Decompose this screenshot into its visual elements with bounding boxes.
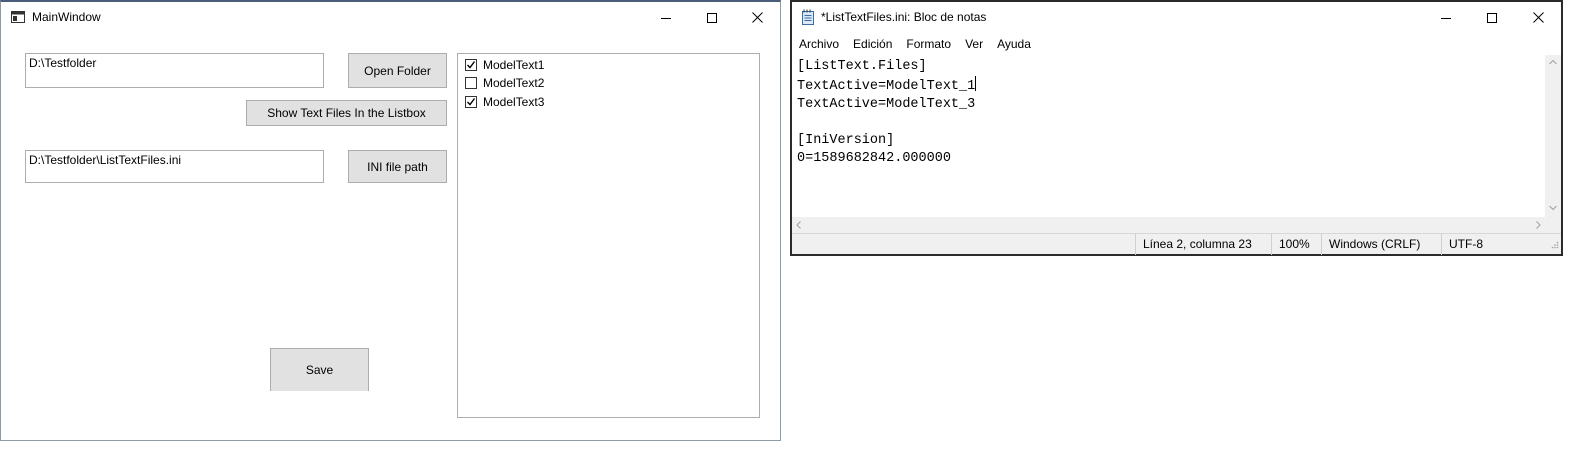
notepad-maximize-button[interactable] xyxy=(1469,2,1515,33)
text-caret xyxy=(975,76,977,91)
menu-ver[interactable]: Ver xyxy=(958,33,990,55)
notepad-text-area[interactable]: [ListText.Files] TextActive=ModelText_1 Te… xyxy=(792,55,1545,217)
notepad-titlebar[interactable]: *ListTextFiles.ini: Bloc de notas xyxy=(792,2,1561,33)
maximize-button[interactable] xyxy=(689,2,735,33)
scrollbar-corner xyxy=(1545,217,1561,233)
main-window-title: MainWindow xyxy=(32,10,101,24)
ini-path-input[interactable]: D:\Testfolder\ListTextFiles.ini xyxy=(25,150,324,183)
notepad-statusbar: Línea 2, columna 23 100% Windows (CRLF) … xyxy=(792,233,1561,255)
close-button[interactable] xyxy=(734,2,780,33)
list-item-label: ModelText3 xyxy=(483,95,545,109)
status-zoom: 100% xyxy=(1271,234,1321,255)
open-folder-button[interactable]: Open Folder xyxy=(348,53,447,88)
vertical-scrollbar[interactable] xyxy=(1545,55,1561,217)
status-line-ending: Windows (CRLF) xyxy=(1321,234,1441,255)
list-item-label: ModelText2 xyxy=(483,76,545,90)
scroll-down-icon[interactable] xyxy=(1549,205,1557,211)
text-line: TextActive=ModelText_3 xyxy=(797,97,976,112)
notepad-window: *ListTextFiles.ini: Bloc de notas Archiv… xyxy=(790,0,1563,256)
menu-edicion[interactable]: Edición xyxy=(846,33,899,55)
menu-ayuda[interactable]: Ayuda xyxy=(990,33,1038,55)
main-window: MainWindow D:\Testfolder Open Folder Sho… xyxy=(0,0,781,441)
checkbox-modeltext2[interactable] xyxy=(465,77,477,89)
folder-path-input[interactable]: D:\Testfolder xyxy=(25,53,324,88)
text-line: [ListText.Files] xyxy=(797,59,927,74)
scroll-up-icon[interactable] xyxy=(1549,59,1557,65)
list-item[interactable]: ModelText2 xyxy=(465,74,544,92)
checkbox-modeltext1[interactable] xyxy=(465,59,477,71)
save-button[interactable]: Save xyxy=(270,348,369,391)
list-item[interactable]: ModelText3 xyxy=(465,93,544,111)
list-item-label: ModelText1 xyxy=(483,58,545,72)
text-line: [IniVersion] xyxy=(797,133,895,148)
checkbox-modeltext3[interactable] xyxy=(465,96,477,108)
menu-formato[interactable]: Formato xyxy=(899,33,958,55)
main-window-titlebar[interactable]: MainWindow xyxy=(1,2,780,33)
text-line: 0=1589682842.000000 xyxy=(797,151,951,166)
close-icon xyxy=(751,12,763,23)
main-window-client: D:\Testfolder Open Folder Show Text File… xyxy=(1,33,780,440)
checkmark-icon xyxy=(467,61,476,69)
text-line: TextActive=ModelText_1 xyxy=(797,76,1545,96)
text-files-listbox[interactable]: ModelText1 ModelText2 ModelText3 xyxy=(457,53,760,418)
show-text-files-button[interactable]: Show Text Files In the Listbox xyxy=(246,100,447,126)
resize-grip-icon[interactable] xyxy=(1551,238,1559,252)
text-line: ​ xyxy=(797,114,1545,132)
ini-file-path-button[interactable]: INI file path xyxy=(348,150,447,183)
notepad-icon xyxy=(801,9,815,25)
maximize-icon xyxy=(1487,12,1497,23)
notepad-menubar: Archivo Edición Formato Ver Ayuda xyxy=(792,33,1561,55)
notepad-minimize-button[interactable] xyxy=(1423,2,1469,33)
minimize-icon xyxy=(661,17,671,19)
minimize-icon xyxy=(1441,17,1451,19)
checkmark-icon xyxy=(467,98,476,106)
close-icon xyxy=(1532,12,1544,23)
scroll-left-icon[interactable] xyxy=(796,221,801,229)
minimize-button[interactable] xyxy=(643,2,689,33)
notepad-close-button[interactable] xyxy=(1515,2,1561,33)
menu-archivo[interactable]: Archivo xyxy=(792,33,846,55)
status-encoding: UTF-8 xyxy=(1441,234,1541,255)
list-item[interactable]: ModelText1 xyxy=(465,56,544,74)
status-cursor-position: Línea 2, columna 23 xyxy=(1135,234,1271,255)
window-app-icon xyxy=(11,11,25,23)
horizontal-scrollbar[interactable] xyxy=(792,217,1545,233)
scroll-right-icon[interactable] xyxy=(1536,221,1541,229)
maximize-icon xyxy=(707,12,717,23)
notepad-title: *ListTextFiles.ini: Bloc de notas xyxy=(821,10,987,24)
